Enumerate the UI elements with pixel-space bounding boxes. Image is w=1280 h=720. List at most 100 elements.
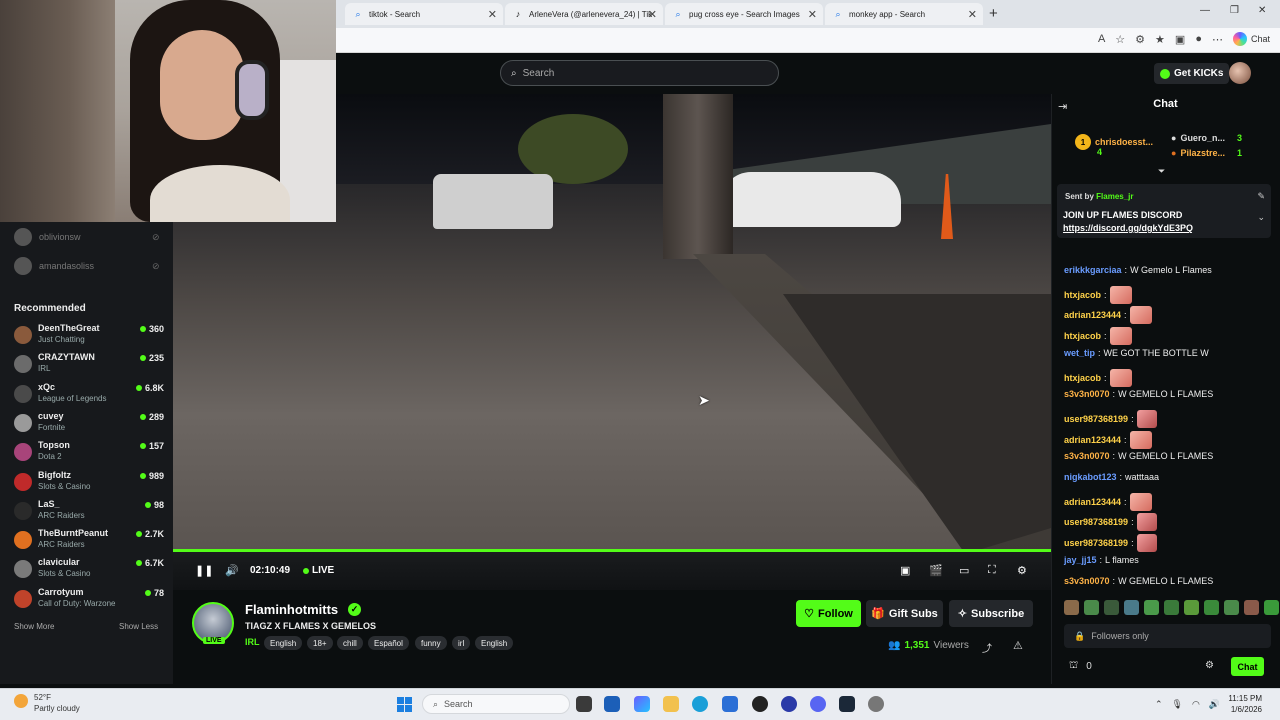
taskbar-search[interactable]: ⌕ Search	[422, 694, 570, 714]
stream-tag[interactable]: English	[264, 636, 303, 650]
sidebar-item-recommended[interactable]: CRAZYTAWN IRL 235	[14, 352, 164, 380]
read-aloud-icon[interactable]: A	[1098, 33, 1105, 45]
sidebar-item-recommended[interactable]: cuvey Fortnite 289	[14, 411, 164, 439]
emote-icon[interactable]	[1084, 600, 1099, 615]
extensions-icon[interactable]: ⚙	[1135, 33, 1145, 46]
emote-icon[interactable]	[1164, 600, 1179, 615]
stream-category[interactable]: IRL	[245, 637, 260, 647]
obs-icon[interactable]	[752, 696, 768, 712]
chat-username[interactable]: nigkabot123	[1064, 472, 1117, 482]
sidebar-item-recommended[interactable]: Bigfoltz Slots & Casino 989	[14, 470, 164, 498]
emote-icon[interactable]	[1144, 600, 1159, 615]
wifi-icon[interactable]: ◠	[1192, 699, 1200, 710]
chat-username[interactable]: htxjacob	[1064, 373, 1101, 383]
share-icon[interactable]: ⤴	[982, 640, 992, 655]
emote-icon[interactable]	[1244, 600, 1259, 615]
subscribe-button[interactable]: ✧ Subscribe	[949, 600, 1033, 627]
collections-icon[interactable]: ▣	[1175, 33, 1185, 46]
stream-tag[interactable]: funny	[415, 636, 447, 650]
follow-button[interactable]: ♡ Follow	[796, 600, 861, 627]
emote-icon[interactable]	[1264, 600, 1279, 615]
new-tab-icon[interactable]: +	[989, 5, 998, 22]
browser-tab[interactable]: ⌕ tiktok - Search ✕	[345, 3, 503, 25]
browser-tab[interactable]: ♪ ArleneVera (@arlenevera_24) | Tik ✕	[505, 3, 663, 25]
emote-icon[interactable]	[1104, 600, 1119, 615]
kicks-balance[interactable]: ⛫ 0	[1069, 660, 1092, 673]
show-more-link[interactable]: Show More	[14, 622, 54, 631]
volume-icon[interactable]: 🔊	[225, 564, 239, 577]
chat-username[interactable]: s3v3n0070	[1064, 389, 1110, 399]
pause-icon[interactable]: ❚❚	[195, 564, 213, 577]
chat-username[interactable]: s3v3n0070	[1064, 451, 1110, 461]
clip-icon[interactable]: 🎬	[929, 564, 943, 577]
volume-icon[interactable]: 🔊	[1209, 699, 1220, 710]
profile-icon[interactable]: ●	[1195, 33, 1202, 45]
pinned-link[interactable]: https://discord.gg/dgkYdE3PQ	[1063, 223, 1193, 233]
browser-tab[interactable]: ⌕ monkey app - Search ✕	[825, 3, 983, 25]
chevron-up-icon[interactable]: ⌃	[1155, 699, 1163, 710]
chat-input[interactable]: 🔒 Followers only	[1064, 624, 1271, 648]
copilot-button[interactable]: Chat	[1232, 32, 1270, 46]
more-icon[interactable]: ⋯	[1212, 33, 1223, 46]
expand-leaderboard-icon[interactable]: ⏷	[1158, 166, 1165, 177]
sidebar-item-recommended[interactable]: Topson Dota 2 157	[14, 440, 164, 468]
get-kicks-button[interactable]: Get KICKs	[1154, 63, 1230, 84]
sidebar-item-recommended[interactable]: DeenTheGreat Just Chatting 360	[14, 323, 164, 351]
sidebar-item-recommended[interactable]: TheBurntPeanut ARC Raiders 2.7K	[14, 528, 164, 556]
chat-username[interactable]: user987368199	[1064, 538, 1128, 548]
fullscreen-icon[interactable]: ⛶	[988, 564, 996, 577]
emote-icon[interactable]	[1224, 600, 1239, 615]
emote-icon[interactable]	[1124, 600, 1139, 615]
stream-tag[interactable]: chill	[337, 636, 363, 650]
app-icon[interactable]	[868, 696, 884, 712]
chat-username[interactable]: erikkkgarciaa	[1064, 265, 1122, 275]
edge-browser-icon[interactable]	[692, 696, 708, 712]
chat-username[interactable]: user987368199	[1064, 414, 1128, 424]
minimize-icon[interactable]: —	[1200, 5, 1210, 16]
chat-settings-icon[interactable]: ⚙	[1205, 660, 1214, 671]
settings-icon[interactable]: ⚙	[1017, 564, 1027, 577]
sidebar-item-offline[interactable]: oblivionsw ⊘	[14, 228, 160, 246]
send-chat-button[interactable]: Chat	[1231, 657, 1264, 676]
close-icon[interactable]: ✕	[968, 8, 977, 21]
browser-tab[interactable]: ⌕ pug cross eye - Search Images ✕	[665, 3, 823, 25]
stream-tag[interactable]: Español	[368, 636, 409, 650]
miniplayer-icon[interactable]: ▣	[900, 564, 910, 577]
show-less-link[interactable]: Show Less	[119, 622, 158, 631]
sidebar-item-offline[interactable]: amandasoliss ⊘	[14, 257, 160, 275]
close-window-icon[interactable]: ✕	[1258, 5, 1266, 16]
theater-mode-icon[interactable]: ▭	[959, 564, 969, 577]
search-input[interactable]: ⌕ Search	[500, 60, 779, 86]
sidebar-item-recommended[interactable]: clavicular Slots & Casino 6.7K	[14, 557, 164, 585]
chat-username[interactable]: user987368199	[1064, 517, 1128, 527]
gift-subs-button[interactable]: 🎁 Gift Subs	[866, 600, 943, 627]
file-explorer-icon[interactable]	[663, 696, 679, 712]
report-icon[interactable]: ⚠	[1013, 639, 1023, 652]
stream-tag[interactable]: 18+	[307, 636, 333, 650]
chat-username[interactable]: htxjacob	[1064, 331, 1101, 341]
stream-tag[interactable]: irl	[452, 636, 471, 650]
chat-username[interactable]: htxjacob	[1064, 290, 1101, 300]
close-icon[interactable]: ✕	[648, 8, 657, 21]
chat-username[interactable]: adrian123444	[1064, 435, 1121, 445]
copilot-icon[interactable]	[634, 696, 650, 712]
unpin-icon[interactable]: ✎	[1257, 191, 1265, 202]
store-icon[interactable]	[604, 696, 620, 712]
emote-icon[interactable]	[1184, 600, 1199, 615]
discord-icon[interactable]	[810, 696, 826, 712]
channel-name[interactable]: Flaminhotmitts	[245, 602, 338, 617]
emote-icon[interactable]	[1064, 600, 1079, 615]
emote-icon[interactable]	[1204, 600, 1219, 615]
sidebar-item-recommended[interactable]: xQc League of Legends 6.8K	[14, 382, 164, 410]
chat-username[interactable]: s3v3n0070	[1064, 576, 1110, 586]
windows-start-icon[interactable]	[397, 697, 412, 712]
chat-username[interactable]: adrian123444	[1064, 310, 1121, 320]
chat-username[interactable]: adrian123444	[1064, 497, 1121, 507]
task-view-icon[interactable]	[576, 696, 592, 712]
sidebar-item-recommended[interactable]: Carrotyum Call of Duty: Warzone 78	[14, 587, 164, 615]
stream-tag[interactable]: English	[475, 636, 514, 650]
maximize-icon[interactable]: ❐	[1230, 5, 1239, 16]
favorites-icon[interactable]: ★	[1155, 33, 1165, 46]
system-clock[interactable]: 11:15 PM 1/6/2026	[1222, 693, 1262, 715]
app-icon[interactable]	[781, 696, 797, 712]
